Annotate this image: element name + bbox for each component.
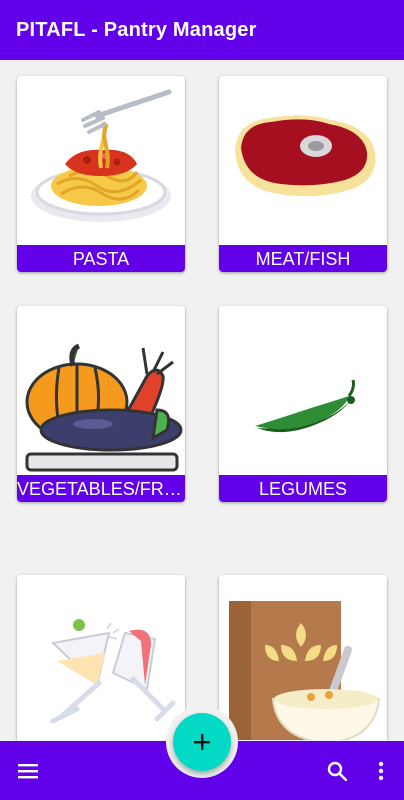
category-label: PASTA — [17, 245, 185, 272]
category-label: LEGUMES — [219, 475, 387, 502]
category-grid[interactable]: PASTA MEAT/FISH VEGETABLES/FRUIT LEGUMES — [0, 60, 404, 740]
pasta-plate-icon — [31, 89, 172, 222]
search-icon[interactable] — [327, 761, 347, 781]
vegetables-icon — [25, 343, 183, 472]
top-app-bar: PITAFL - Pantry Manager — [0, 0, 404, 60]
category-card-pasta[interactable]: PASTA — [17, 76, 185, 272]
category-card-drinks[interactable] — [17, 575, 185, 740]
more-vert-icon[interactable] — [377, 761, 385, 781]
plus-icon — [194, 734, 210, 750]
category-label: MEAT/FISH — [219, 245, 387, 272]
cereal-box-icon — [229, 601, 381, 740]
category-card-cereal[interactable] — [219, 575, 387, 740]
app-title: PITAFL - Pantry Manager — [16, 19, 257, 41]
pea-pod-icon — [255, 379, 355, 433]
category-card-meat-fish[interactable]: MEAT/FISH — [219, 76, 387, 272]
category-card-legumes[interactable]: LEGUMES — [219, 306, 387, 502]
category-card-vegetables[interactable]: VEGETABLES/FRUIT — [17, 306, 185, 502]
category-label: VEGETABLES/FRUIT — [17, 475, 185, 502]
steak-icon — [235, 115, 376, 197]
cocktail-glasses-icon — [50, 619, 176, 724]
add-button[interactable] — [173, 713, 231, 771]
menu-icon[interactable] — [18, 763, 38, 779]
